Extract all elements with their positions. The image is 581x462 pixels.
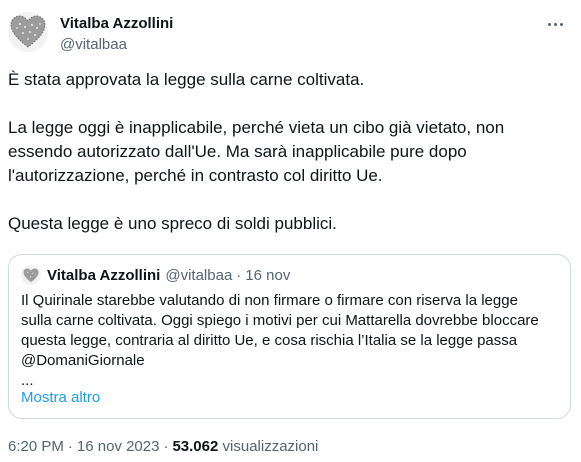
separator-dot: ·	[67, 438, 73, 455]
quoted-text-line: questa legge, contraria al diritto Ue, e…	[21, 332, 518, 349]
tweet-time[interactable]: 6:20 PM	[8, 438, 64, 455]
dot	[547, 22, 551, 26]
quoted-text-line: sulla carne coltivata. Oggi spiego i mot…	[21, 312, 539, 329]
tweet-text: È stata approvata la legge sulla carne c…	[8, 68, 568, 236]
separator-dot: ·	[163, 438, 169, 455]
tweet-date[interactable]: 16 nov 2023	[77, 438, 160, 455]
quoted-tweet-header: Vitalba Azzollini @vitalbaa · 16 nov	[21, 265, 290, 285]
author-names: Vitalba Azzollini @vitalbaa	[60, 14, 173, 54]
separator-dot: ·	[236, 266, 242, 284]
quoted-handle[interactable]: @vitalbaa	[165, 267, 232, 284]
quoted-date[interactable]: 16 nov	[245, 267, 290, 284]
tweet-paragraph: Questa legge è uno spreco di soldi pubbl…	[8, 214, 337, 233]
quoted-avatar[interactable]	[21, 265, 41, 285]
quoted-tweet-text: Il Quirinale starebbe valutando di non f…	[21, 291, 561, 391]
tweet-paragraph: La legge oggi è inapplicabile, perché vi…	[8, 118, 505, 185]
avatar[interactable]	[8, 12, 48, 52]
quoted-ellipsis-line: ...	[21, 372, 34, 389]
quoted-mention-line: @DomaniGiornale	[21, 352, 145, 369]
author-display-name[interactable]: Vitalba Azzollini	[60, 14, 173, 33]
dot	[559, 22, 563, 26]
more-options-icon[interactable]	[543, 16, 567, 32]
show-more-link[interactable]: Mostra altro	[21, 389, 100, 406]
views-label[interactable]: visualizzazioni	[223, 438, 319, 455]
heart-icon	[10, 15, 46, 48]
tweet-meta: 6:20 PM · 16 nov 2023 · 53.062 visualizzazio…	[8, 437, 318, 457]
views-count[interactable]: 53.062	[172, 438, 218, 455]
author-handle[interactable]: @vitalbaa	[60, 35, 173, 54]
quoted-text-line: Il Quirinale starebbe valutando di non f…	[21, 292, 518, 309]
heart-icon	[23, 267, 39, 282]
quoted-display-name[interactable]: Vitalba Azzollini	[47, 267, 160, 284]
dot	[553, 22, 557, 26]
tweet-paragraph: È stata approvata la legge sulla carne c…	[8, 70, 365, 89]
tweet-header: Vitalba Azzollini @vitalbaa	[8, 12, 573, 60]
quoted-tweet[interactable]: Vitalba Azzollini @vitalbaa · 16 nov Il …	[8, 254, 571, 419]
